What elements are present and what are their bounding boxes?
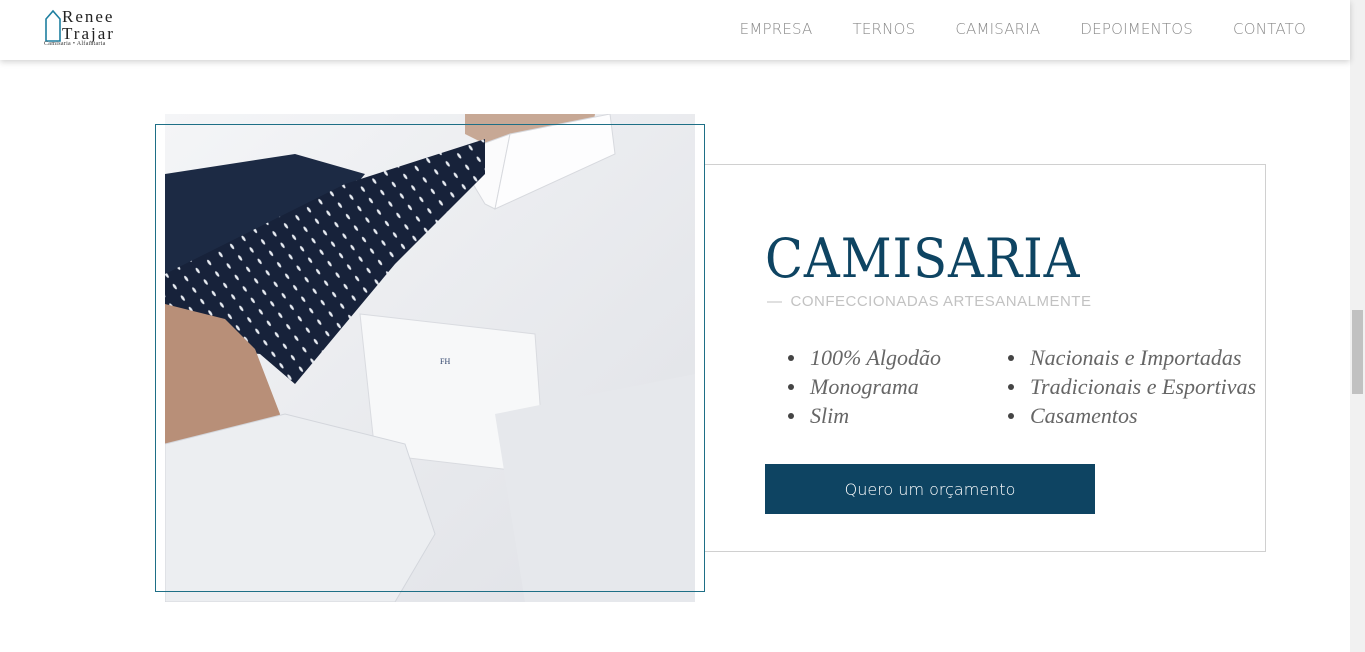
subtitle-text: CONFECCIONADAS ARTESANALMENTE [790,293,1092,310]
logo-tagline: Camisaria • Alfaiataria [44,41,106,47]
logo[interactable]: Renee Trajar Camisaria • Alfaiataria [44,8,134,52]
photo-frame [155,124,705,592]
nav-item-contato[interactable]: CONTATO [1233,20,1306,38]
subtitle-dash: — [767,293,783,310]
scrollbar[interactable] [1350,0,1365,652]
features-list-right: Nacionais e Importadas Tradicionais e Es… [1008,343,1256,430]
section-subtitle: — CONFECCIONADAS ARTESANALMENTE [767,293,1091,310]
nav-item-depoimentos[interactable]: DEPOIMENTOS [1080,20,1193,38]
nav-item-ternos[interactable]: TERNOS [853,20,916,38]
list-item: 100% Algodão [788,343,941,372]
logo-line2: Trajar [62,24,115,43]
list-item: Slim [788,401,941,430]
quote-button[interactable]: Quero um orçamento [765,464,1095,514]
nav-item-camisaria[interactable]: CAMISARIA [955,20,1040,38]
section-title: CAMISARIA [765,227,1081,290]
logo-line1: Renee [62,7,115,26]
list-item: Casamentos [1008,401,1256,430]
scrollbar-thumb[interactable] [1352,310,1363,394]
main-nav: EMPRESA TERNOS CAMISARIA DEPOIMENTOS CON… [700,20,1306,38]
building-icon [45,9,61,42]
list-item: Monograma [788,372,941,401]
list-item: Nacionais e Importadas [1008,343,1256,372]
site-header: Renee Trajar Camisaria • Alfaiataria EMP… [0,0,1350,60]
nav-item-empresa[interactable]: EMPRESA [740,20,813,38]
features-list-left: 100% Algodão Monograma Slim [788,343,941,430]
list-item: Tradicionais e Esportivas [1008,372,1256,401]
